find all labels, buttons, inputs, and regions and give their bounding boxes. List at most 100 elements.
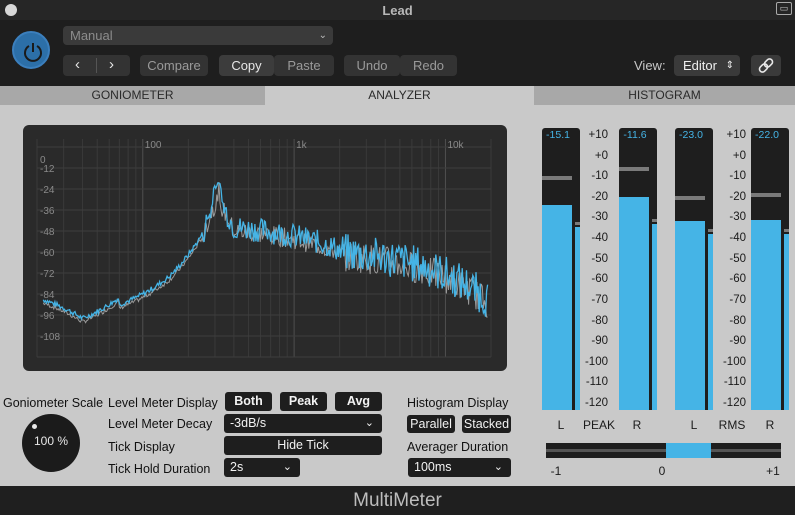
- link-icon: [758, 58, 774, 73]
- secondary-meter-fill: [784, 234, 789, 410]
- level-meter-decay-value: -3dB/s: [230, 416, 267, 430]
- power-button[interactable]: [12, 31, 50, 69]
- up-down-chevron-icon: ⇕: [725, 60, 734, 71]
- peak-label: PEAK: [582, 418, 615, 432]
- secondary-peak-tick: [652, 219, 657, 222]
- spectrum-analyzer: 100 1k 10k 0 -12 -24 -36 -48 -60 -72 -84 -96 -108: [23, 125, 507, 371]
- spectrum-plot: 100 1k 10k0-12-24-36-48-60-72-84-96-108: [36, 139, 492, 358]
- meter-fill: [542, 205, 572, 410]
- averager-duration-label: Averager Duration: [407, 440, 509, 454]
- redo-button[interactable]: Redo: [400, 55, 457, 76]
- peak-hold-tick: [751, 193, 781, 197]
- db-tick-label: -12: [40, 164, 55, 175]
- view-value: Editor: [683, 58, 717, 73]
- correlation-track: [546, 449, 781, 452]
- correlation-min-label: -1: [550, 464, 562, 478]
- previous-preset-button[interactable]: ‹: [75, 56, 80, 73]
- level-meter-decay-menu[interactable]: -3dB/s ⌄: [224, 414, 382, 433]
- goniometer-scale-value: 100 %: [33, 434, 69, 448]
- tick-hold-duration-menu[interactable]: 2s ⌄: [224, 458, 300, 477]
- chevron-down-icon: ⌄: [282, 461, 292, 473]
- knob-indicator: [32, 424, 37, 429]
- db-tick-label: -72: [40, 269, 55, 280]
- link-button[interactable]: [751, 55, 781, 76]
- correlation-meter: [546, 443, 781, 458]
- level-meter-display-label: Level Meter Display: [108, 396, 218, 410]
- secondary-meter-fill: [708, 234, 713, 410]
- peak-left-label: L: [557, 418, 565, 432]
- preset-menu[interactable]: Manual ⌄: [63, 26, 333, 45]
- float-window-icon[interactable]: ▭: [776, 2, 792, 15]
- db-tick-label: -60: [40, 248, 55, 259]
- live-spectrum-line: [42, 182, 489, 321]
- meter-fill: [675, 221, 705, 410]
- power-icon: [24, 43, 42, 62]
- view-label: View:: [634, 58, 666, 73]
- meter-fill: [619, 197, 649, 410]
- meter-fill: [751, 220, 781, 410]
- rms-left-label: L: [690, 418, 698, 432]
- tick-display-button[interactable]: Hide Tick: [224, 436, 382, 455]
- peak-hold-tick: [542, 176, 572, 180]
- tab-histogram[interactable]: HISTOGRAM: [534, 86, 795, 105]
- preset-value: Manual: [70, 28, 113, 43]
- compare-button[interactable]: Compare: [140, 55, 208, 76]
- tick-hold-duration-label: Tick Hold Duration: [108, 462, 211, 476]
- tick-hold-duration-value: 2s: [230, 460, 244, 474]
- db-tick-label: -48: [40, 227, 55, 238]
- peak-right-label: R: [632, 418, 642, 432]
- histogram-display-parallel[interactable]: Parallel: [407, 415, 455, 433]
- chevron-down-icon: ⌄: [364, 417, 374, 429]
- peak-hold-tick: [675, 196, 705, 200]
- secondary-peak-tick: [575, 222, 580, 225]
- peak-hold-tick: [619, 167, 649, 171]
- secondary-meter-fill: [652, 224, 657, 410]
- view-menu[interactable]: Editor ⇕: [674, 55, 740, 76]
- correlation-mid-label: 0: [658, 464, 666, 478]
- frequency-tick-label: 1k: [296, 140, 308, 151]
- peak-readout: -22.0: [755, 129, 779, 141]
- peak-readout: -15.1: [546, 129, 570, 141]
- correlation-max-label: +1: [766, 464, 780, 478]
- secondary-peak-tick: [784, 229, 789, 232]
- chevron-down-icon: ⌄: [493, 461, 503, 473]
- plugin-name: MultiMeter: [353, 490, 442, 511]
- db-tick-label: -24: [40, 185, 55, 196]
- paste-button[interactable]: Paste: [274, 55, 334, 76]
- level-meter-display-avg[interactable]: Avg: [335, 392, 382, 411]
- level-meter-decay-label: Level Meter Decay: [108, 417, 213, 431]
- histogram-display-label: Histogram Display: [407, 396, 509, 410]
- level-meter-display-both[interactable]: Both: [225, 392, 272, 411]
- tick-display-label: Tick Display: [108, 440, 175, 454]
- peak-readout: -23.0: [679, 129, 703, 141]
- level-meter-display-peak[interactable]: Peak: [280, 392, 327, 411]
- frequency-tick-label: 100: [145, 140, 162, 151]
- rms-right-label: R: [765, 418, 775, 432]
- chevron-down-icon: ⌄: [318, 30, 327, 41]
- histogram-display-stacked[interactable]: Stacked: [462, 415, 511, 433]
- tab-analyzer[interactable]: ANALYZER: [265, 86, 534, 105]
- undo-button[interactable]: Undo: [344, 55, 400, 76]
- peak-right-meter: -11.6: [619, 128, 657, 410]
- db-tick-label: -36: [40, 206, 55, 217]
- copy-button[interactable]: Copy: [219, 55, 274, 76]
- rms-label: RMS: [718, 418, 746, 432]
- preset-nav: ‹ ›: [63, 55, 130, 76]
- next-preset-button[interactable]: ›: [109, 56, 114, 73]
- correlation-fill: [666, 443, 711, 458]
- peak-readout: -11.6: [623, 129, 647, 141]
- secondary-meter-fill: [575, 227, 580, 410]
- rms-left-meter: -23.0: [675, 128, 713, 410]
- rms-right-meter: -22.0: [751, 128, 789, 410]
- averager-duration-value: 100ms: [414, 460, 452, 474]
- frequency-tick-label: 10k: [447, 140, 464, 151]
- peak-left-meter: -15.1: [542, 128, 580, 410]
- averager-duration-menu[interactable]: 100ms ⌄: [408, 458, 511, 477]
- window-title: Lead: [382, 3, 413, 18]
- secondary-peak-tick: [708, 229, 713, 232]
- db-tick-label: -108: [40, 332, 60, 343]
- goniometer-scale-label: Goniometer Scale: [3, 396, 104, 410]
- db-tick-label: -96: [40, 311, 55, 322]
- tab-goniometer[interactable]: GONIOMETER: [0, 86, 265, 105]
- divider: [96, 58, 97, 73]
